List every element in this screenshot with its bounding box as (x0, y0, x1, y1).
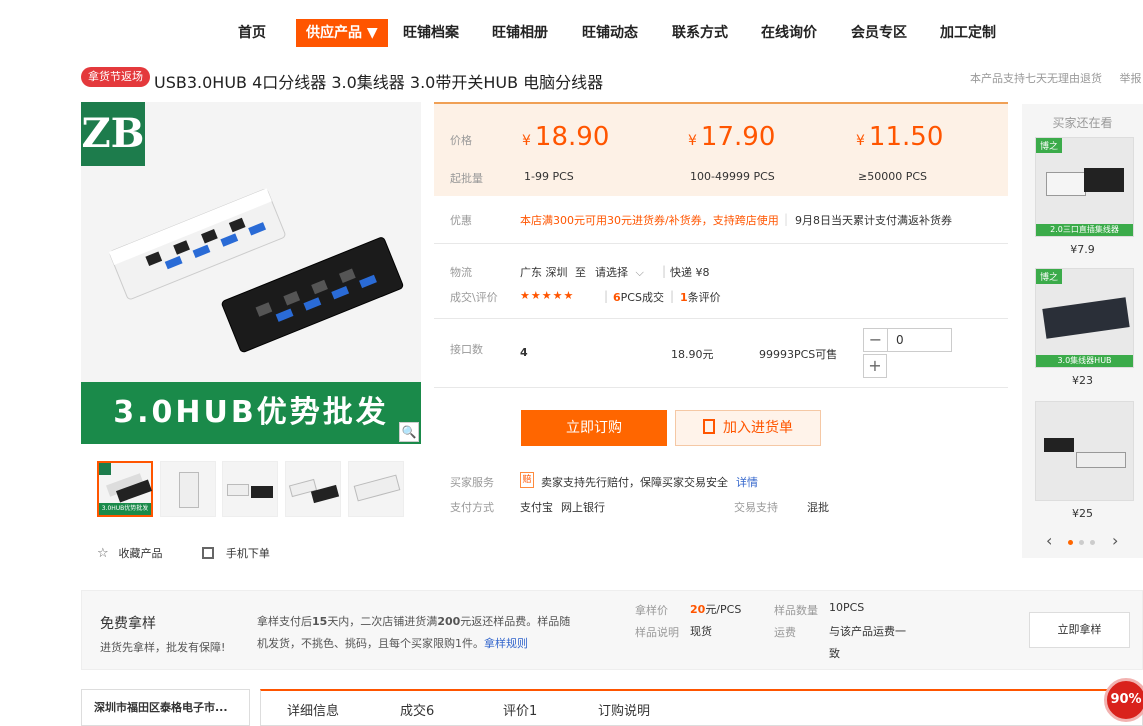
sample-desc: 拿样支付后15天内，二次店铺进货满200元返还样品费。样品随 (257, 615, 571, 628)
nav-archive[interactable]: 旺铺档案 (403, 19, 459, 47)
clipboard-icon (703, 419, 715, 434)
nav-contact[interactable]: 联系方式 (672, 19, 728, 47)
price-tier-1: ¥18.90 (522, 122, 610, 152)
sidebar-price-2: ¥23 (1072, 374, 1093, 387)
sample-price: 20元/PCS (690, 603, 742, 616)
promo-badge: 拿货节返场 (81, 67, 150, 87)
service-details-link[interactable]: 详情 (736, 474, 758, 490)
product-title: USB3.0HUB 4口分线器 3.0集线器 3.0带开关HUB 电脑分线器 (154, 73, 604, 92)
nav-news[interactable]: 旺铺动态 (582, 19, 638, 47)
sample-title: 免费拿样 (100, 616, 156, 632)
sidebar-item-1[interactable]: 博之 2.0三口直插集线器 (1035, 137, 1134, 237)
sample-subtitle: 进货先拿样，批发有保障! (100, 641, 226, 654)
collect-product[interactable]: ☆ 收藏产品 (97, 545, 162, 561)
thumbnail-caption: 3.0HUB优势批发 (99, 503, 151, 515)
add-to-cart-button[interactable]: 加入进货单 (675, 410, 821, 446)
carousel-dots (1065, 534, 1098, 548)
sidebar-price-1: ¥7.9 (1070, 243, 1095, 256)
spec-value: 4 (520, 346, 528, 359)
review-count[interactable]: 1条评价 (680, 289, 721, 305)
nav-products[interactable]: 供应产品 ▼ (296, 19, 388, 47)
thumbnail-1[interactable]: 3.0HUB优势批发 (97, 461, 153, 517)
range-tier-3: ≥50000 PCS (858, 170, 928, 183)
also-viewed-sidebar: 买家还在看 博之 2.0三口直插集线器 ¥7.9 博之 3.0集线器HUB ¥2… (1022, 104, 1143, 558)
range-tier-1: 1-99 PCS (524, 170, 574, 183)
thumbnail-3[interactable] (222, 461, 278, 517)
buy-now-button[interactable]: 立即订购 (521, 410, 667, 446)
thumbnail-5[interactable] (348, 461, 404, 517)
chevron-right-icon[interactable]: › (1112, 531, 1118, 550)
sidebar-item-2[interactable]: 博之 3.0集线器HUB (1035, 268, 1134, 368)
nav-members[interactable]: 会员专区 (851, 19, 907, 47)
minus-button[interactable]: − (864, 329, 888, 351)
nav-custom[interactable]: 加工定制 (940, 19, 996, 47)
range-tier-2: 100-49999 PCS (690, 170, 775, 183)
pay-alipay: 支付宝 (520, 501, 553, 514)
get-sample-button[interactable]: 立即拿样 (1029, 612, 1130, 648)
sidebar-item-3[interactable] (1035, 401, 1134, 501)
progress-badge[interactable]: 90% (1104, 678, 1143, 722)
sample-qty: 10PCS (829, 601, 865, 614)
zoom-icon[interactable]: 🔍 (399, 422, 419, 442)
promo-text[interactable]: 本店满300元可用30元进货券/补货券，支持跨店使用 (520, 212, 779, 228)
sample-note: 现货 (690, 625, 712, 638)
qr-code-icon (202, 546, 214, 559)
ship-from: 广东 深圳 (520, 266, 568, 279)
express-fee: 快递 ¥8 (670, 266, 710, 279)
quantity-input[interactable]: 0 (896, 329, 904, 351)
service-text: 卖家支持先行赔付，保障买家交易安全 (541, 476, 728, 489)
quantity-stepper: − 0 (863, 328, 952, 352)
top-nav: 首页 供应产品 ▼ 旺铺档案 旺铺相册 旺铺动态 联系方式 在线询价 会员专区 … (0, 19, 1143, 47)
report-link[interactable]: 举报 (1119, 72, 1141, 85)
shield-icon: 赔 (520, 472, 534, 488)
moq-label: 起批量 (450, 172, 483, 185)
nav-home[interactable]: 首页 (238, 19, 266, 47)
mobile-order[interactable]: 手机下单 (202, 545, 270, 561)
main-product-image[interactable]: ZB 3.0HUB优势批发 🔍 (81, 102, 421, 444)
chevron-down-icon: ⌵ (635, 266, 644, 279)
free-sample-section: 免费拿样 进货先拿样，批发有保障! 拿样支付后15天内，二次店铺进货满200元返… (81, 590, 1143, 670)
thumbnail-2[interactable] (160, 461, 216, 517)
spec-stock: 99993PCS可售 (759, 348, 838, 361)
price-box: 价格 起批量 ¥18.90 ¥17.90 ¥11.50 1-99 PCS 100… (434, 102, 1008, 196)
sample-rules-link[interactable]: 拿样规则 (484, 637, 528, 650)
sidebar-title: 买家还在看 (1052, 116, 1113, 130)
spec-price: 18.90元 (671, 348, 714, 361)
usb-hub-illustration (109, 188, 404, 353)
rating-stars: ★★★★★ (520, 289, 575, 302)
sample-shipping: 与该产品运费一 (829, 625, 906, 638)
detail-tabs: 详细信息 成交6 评价1 订购说明 (260, 689, 1143, 726)
pay-bank: 网上银行 (561, 501, 605, 514)
tab-transactions[interactable]: 成交6 (400, 700, 434, 719)
chevron-left-icon[interactable]: ‹ (1046, 531, 1052, 550)
tab-order-notes[interactable]: 订购说明 (598, 700, 650, 719)
price-label: 价格 (450, 134, 472, 147)
shop-name[interactable]: 深圳市福田区泰格电子市... (81, 689, 250, 726)
divider (434, 387, 1008, 388)
banner-text: 3.0HUB优势批发 (81, 382, 421, 444)
return-guarantee: 本产品支持七天无理由退货 举报 (970, 72, 1142, 85)
divider (434, 243, 1008, 244)
nav-album[interactable]: 旺铺相册 (492, 19, 548, 47)
nav-inquiry[interactable]: 在线询价 (761, 19, 817, 47)
price-tier-2: ¥17.90 (688, 122, 776, 152)
promo-text-2: 9月8日当天累计支付满返补货券 (795, 214, 952, 227)
tab-reviews[interactable]: 评价1 (503, 700, 537, 719)
plus-button[interactable]: + (863, 354, 887, 378)
price-tier-3: ¥11.50 (856, 122, 944, 152)
trade-support: 混批 (807, 501, 829, 514)
tab-details[interactable]: 详细信息 (287, 700, 339, 719)
divider (434, 318, 1008, 319)
sidebar-price-3: ¥25 (1072, 507, 1093, 520)
destination-select[interactable]: 请选择 ⌵ (595, 264, 644, 280)
star-outline-icon: ☆ (97, 546, 109, 561)
sold-count[interactable]: 6PCS成交 (613, 289, 664, 305)
thumbnail-4[interactable] (285, 461, 341, 517)
